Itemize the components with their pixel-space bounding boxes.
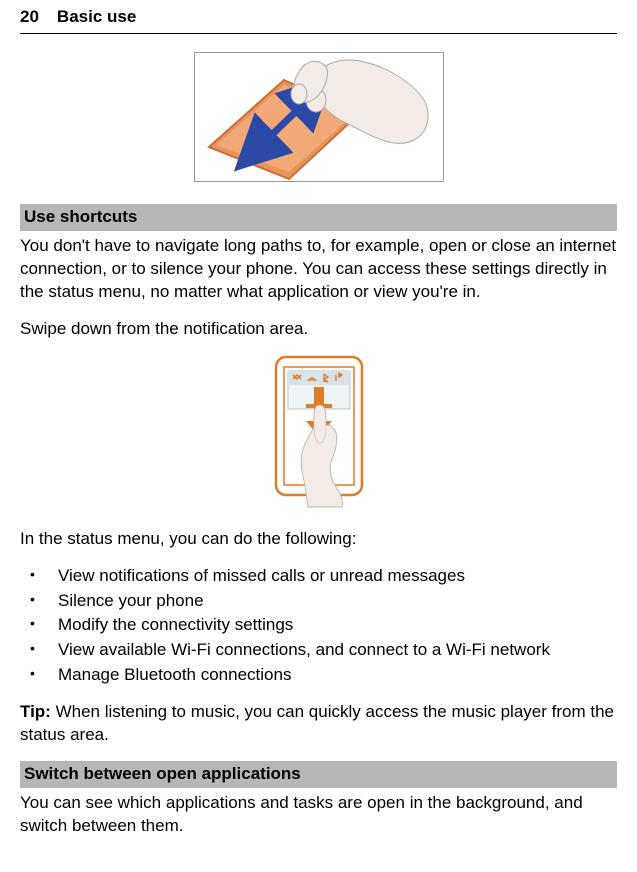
list-item-text: View notifications of missed calls or un… [58, 566, 465, 585]
page-header: 20 Basic use [20, 6, 617, 34]
list-item: Modify the connectivity settings [20, 614, 617, 637]
list-item-text: Manage Bluetooth connections [58, 665, 291, 684]
switch-apps-paragraph: You can see which applications and tasks… [20, 792, 617, 838]
pinch-zoom-figure [20, 52, 617, 182]
swipe-down-figure [20, 355, 617, 510]
shortcuts-paragraph-2: Swipe down from the notification area. [20, 318, 617, 341]
status-menu-lead-in: In the status menu, you can do the follo… [20, 528, 617, 551]
list-item: Silence your phone [20, 590, 617, 613]
list-item: Manage Bluetooth connections [20, 664, 617, 687]
section-heading-text: Use shortcuts [24, 207, 137, 226]
swipe-down-illustration [264, 355, 374, 510]
list-item-text: Modify the connectivity settings [58, 615, 293, 634]
pinch-zoom-illustration [194, 52, 444, 182]
manual-page: 20 Basic use [0, 0, 637, 872]
section-heading-shortcuts: Use shortcuts [20, 204, 617, 231]
list-item: View notifications of missed calls or un… [20, 565, 617, 588]
status-menu-list: View notifications of missed calls or un… [20, 565, 617, 688]
list-item: View available Wi-Fi connections, and co… [20, 639, 617, 662]
list-item-text: View available Wi-Fi connections, and co… [58, 640, 550, 659]
section-heading-switch-apps: Switch between open applications [20, 761, 617, 788]
tip-text: When listening to music, you can quickly… [20, 702, 614, 744]
list-item-text: Silence your phone [58, 591, 204, 610]
section-heading-text: Switch between open applications [24, 764, 301, 783]
tip-paragraph: Tip: When listening to music, you can qu… [20, 701, 617, 747]
page-number: 20 [20, 6, 39, 29]
tip-label: Tip: [20, 702, 56, 721]
chapter-title: Basic use [57, 6, 136, 29]
shortcuts-paragraph-1: You don't have to navigate long paths to… [20, 235, 617, 304]
